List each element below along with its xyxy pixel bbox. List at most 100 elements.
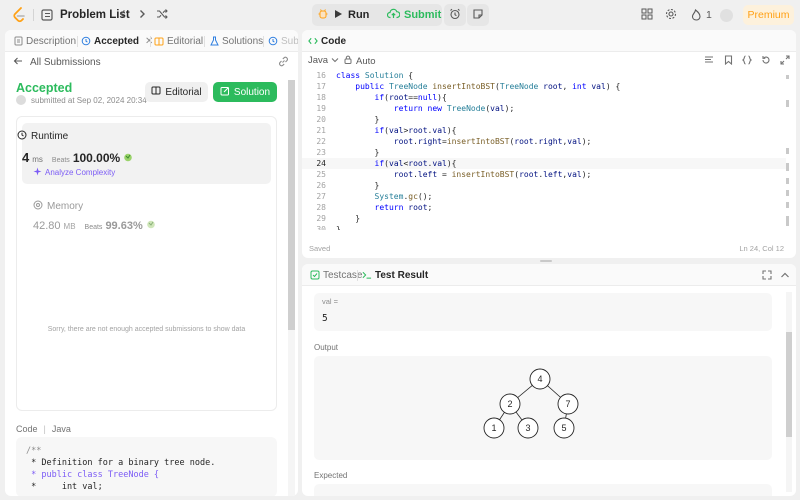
- scrollbar-thumb[interactable]: [786, 332, 792, 437]
- memory-beats-pct: 99.63%: [105, 220, 143, 232]
- play-icon: [334, 9, 343, 22]
- all-submissions-link[interactable]: All Submissions: [13, 55, 101, 69]
- next-problem-button[interactable]: [135, 8, 149, 22]
- code-text: }: [336, 225, 341, 230]
- edit-icon: [220, 86, 230, 99]
- notes-button[interactable]: [467, 4, 489, 26]
- analyze-complexity-link[interactable]: Analyze Complexity: [33, 167, 115, 178]
- document-icon: [13, 36, 23, 46]
- random-problem-button[interactable]: [155, 8, 169, 22]
- tree-node-label: 4: [537, 374, 542, 384]
- code-line: 21 if(val>root.val){: [302, 125, 786, 136]
- layout-button[interactable]: [640, 8, 654, 22]
- result-scrollbar[interactable]: [786, 292, 792, 492]
- tab-submissions[interactable]: Sub: [268, 30, 298, 52]
- chevron-up-icon[interactable]: [779, 269, 790, 280]
- runtime-label: Runtime: [17, 130, 68, 143]
- maximize-icon[interactable]: [780, 55, 790, 65]
- tab-description-label: Description: [26, 35, 77, 47]
- editorial-button[interactable]: Editorial: [145, 82, 208, 102]
- testcase-param-value: 5: [322, 313, 328, 324]
- run-button[interactable]: Run: [334, 4, 369, 26]
- reset-icon[interactable]: [761, 55, 771, 65]
- prev-problem-button[interactable]: [116, 8, 130, 22]
- code-text: root.right=insertIntoBST(root.right,val)…: [393, 137, 592, 146]
- tab-editorial-label: Editorial: [167, 35, 204, 47]
- avatar: [16, 95, 26, 105]
- premium-button[interactable]: Premium: [743, 5, 794, 25]
- editor-tools: [704, 55, 790, 65]
- line-number: 16: [316, 71, 326, 80]
- link-icon[interactable]: [278, 56, 290, 68]
- runtime-beats-label: Beats: [51, 157, 70, 164]
- divider: |: [43, 424, 46, 434]
- tree-node-label: 7: [565, 399, 570, 409]
- output-label: Output: [314, 343, 339, 352]
- debug-button[interactable]: [312, 4, 334, 26]
- tab-code-label: Code: [321, 35, 346, 47]
- code-editor[interactable]: 16 class Solution { 17 public TreeNode in…: [302, 70, 786, 230]
- expected-box: [314, 484, 772, 496]
- chevron-right-icon: [137, 9, 147, 22]
- tab-description[interactable]: Description: [13, 30, 76, 52]
- expand-icon[interactable]: [761, 269, 772, 280]
- cursor-position: Ln 24, Col 12: [739, 244, 784, 253]
- panel-resize-handle[interactable]: [540, 260, 552, 262]
- leetcode-logo[interactable]: [12, 0, 26, 30]
- history-icon: [268, 36, 278, 46]
- tab-divider: [357, 270, 358, 281]
- book-icon: [151, 86, 161, 98]
- left-scrollbar[interactable]: [288, 80, 295, 496]
- solution-button-label: Solution: [233, 86, 271, 98]
- code-preview-line: /**: [26, 446, 42, 456]
- leaf-badge-icon: [146, 219, 156, 232]
- settings-button[interactable]: [664, 8, 678, 22]
- clock-icon: [17, 130, 27, 143]
- scrollbar-thumb[interactable]: [288, 80, 295, 330]
- memory-label[interactable]: Memory: [33, 200, 83, 213]
- line-number: 27: [316, 192, 326, 201]
- tab-accepted[interactable]: Accepted ✕: [81, 30, 153, 52]
- code-text: if(val<root.val){: [374, 159, 457, 168]
- code-text: }: [336, 181, 380, 190]
- editor-tab-bar: Code: [302, 30, 796, 52]
- history-icon: [81, 36, 91, 46]
- code-text: return new TreeNode(val);: [393, 104, 515, 113]
- submit-button[interactable]: Submit: [386, 4, 441, 26]
- save-status: Saved: [309, 244, 331, 253]
- tab-solutions[interactable]: Solutions: [209, 30, 263, 52]
- tab-editorial[interactable]: Editorial: [154, 30, 203, 52]
- bookmark-icon[interactable]: [723, 55, 733, 65]
- line-number: 26: [316, 181, 326, 190]
- tab-testcase[interactable]: Testcase: [310, 264, 362, 286]
- tab-accepted-label: Accepted: [94, 35, 140, 47]
- solution-button[interactable]: Solution: [213, 82, 277, 102]
- avatar: [720, 8, 733, 22]
- code-text: root.left = insertIntoBST(root.left,val)…: [393, 170, 592, 179]
- code-line: 25 root.left = insertIntoBST(root.left,v…: [302, 169, 786, 180]
- autocomplete-toggle[interactable]: Auto: [344, 55, 376, 67]
- terminal-icon: [362, 270, 372, 280]
- code-line: 30}: [302, 224, 786, 230]
- code-line: 26 }: [302, 180, 786, 191]
- user-avatar[interactable]: [720, 0, 733, 30]
- code-label: Code: [16, 424, 38, 434]
- tab-code[interactable]: Code: [308, 30, 346, 52]
- editor-minimap[interactable]: [786, 70, 791, 230]
- cloud-upload-icon: [386, 8, 401, 22]
- chevron-down-icon: [331, 55, 339, 66]
- braces-icon[interactable]: [742, 55, 752, 65]
- streak-counter[interactable]: 1: [689, 0, 712, 30]
- language-select[interactable]: Java: [308, 55, 339, 66]
- format-icon[interactable]: [704, 55, 714, 65]
- code-text: }: [336, 214, 361, 223]
- code-text: if(val>root.val){: [374, 126, 457, 135]
- code-text: System.gc();: [374, 192, 433, 201]
- runtime-beats-pct: 100.00%: [72, 151, 121, 165]
- timer-button[interactable]: [444, 4, 466, 26]
- tab-test-result[interactable]: Test Result: [362, 264, 428, 286]
- test-result-panel: Testcase Test Result val = 5 Output 4 2 …: [302, 264, 796, 496]
- expected-label: Expected: [314, 471, 348, 480]
- code-text: class Solution {: [336, 71, 414, 80]
- tab-divider: [263, 36, 264, 47]
